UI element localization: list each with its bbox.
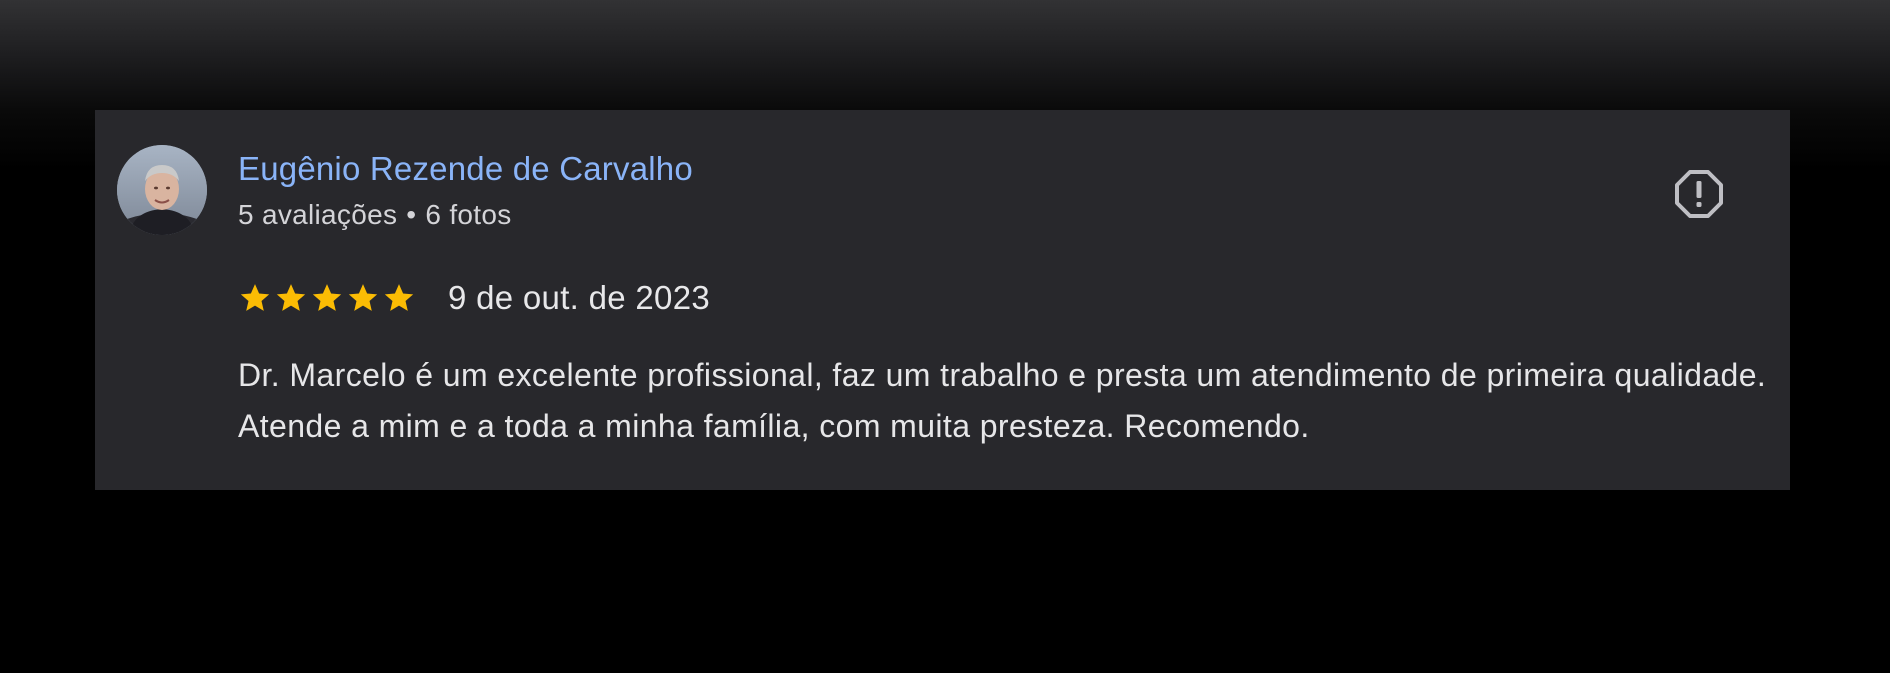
star-icon (384, 284, 414, 311)
avatar-photo (117, 145, 207, 235)
star-rating (238, 281, 416, 315)
star-icon (240, 284, 270, 311)
report-review-button[interactable] (1673, 168, 1725, 220)
author-reviews-count: 5 avaliações (238, 199, 398, 230)
star-icon (348, 284, 378, 311)
star-icon (276, 284, 306, 311)
meta-separator: • (406, 199, 417, 230)
rating-row: 9 de out. de 2023 (238, 276, 710, 320)
review-text: Dr. Marcelo é um excelente profissional,… (238, 357, 1767, 444)
report-flag-icon (1675, 170, 1723, 218)
review-card: Eugênio Rezende de Carvalho 5 avaliações… (95, 110, 1790, 490)
author-avatar[interactable] (117, 145, 207, 235)
star-icon (312, 284, 342, 311)
author-meta: 5 avaliações • 6 fotos (238, 199, 512, 231)
author-name[interactable]: Eugênio Rezende de Carvalho (238, 150, 693, 188)
author-photos-count: 6 fotos (425, 199, 512, 230)
review-date: 9 de out. de 2023 (448, 279, 710, 316)
